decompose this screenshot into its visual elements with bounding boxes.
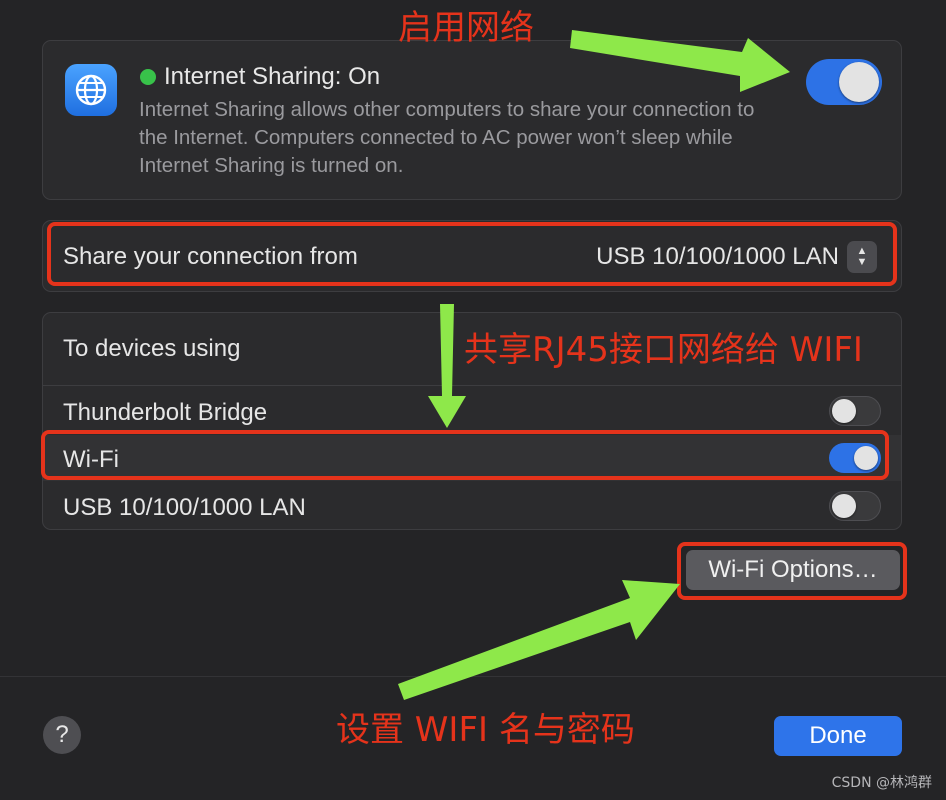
globe-icon [65,64,117,116]
device-row-thunderbolt-bridge: Thunderbolt Bridge [43,388,901,434]
toggle-knob [832,494,856,518]
sharing-status-title: Internet Sharing: On [140,63,380,91]
toggle-knob [832,399,856,423]
status-dot-icon [140,69,156,85]
annotation-box-wifi [41,430,889,480]
internet-sharing-panel: Internet Sharing: On Internet Sharing al… [42,40,902,200]
watermark: CSDN @林鸿群 [831,775,932,791]
annotation-enable-network: 启用网络 [398,8,534,48]
thunderbolt-bridge-toggle[interactable] [829,396,881,426]
device-label: Thunderbolt Bridge [63,399,268,426]
annotation-set-wifi: 设置 WIFI 名与密码 [336,710,635,750]
device-label: USB 10/100/1000 LAN [63,494,306,521]
sharing-title-label: Internet Sharing: On [164,63,381,90]
arrow-to-wifi-options [398,580,680,700]
annotation-box-share-from [47,222,897,286]
internet-sharing-dialog: Internet Sharing: On Internet Sharing al… [0,0,946,800]
device-row-usb-lan: USB 10/100/1000 LAN [43,483,901,529]
devices-header-label: To devices using [63,335,241,362]
done-button[interactable]: Done [774,716,902,756]
footer-divider [0,676,946,677]
usb-lan-toggle[interactable] [829,491,881,521]
internet-sharing-toggle[interactable] [806,59,882,105]
sharing-description: Internet Sharing allows other computers … [139,98,755,177]
annotation-box-wifi-options [677,542,907,600]
annotation-share-rj45: 共享RJ45接口网络给 WIFI [464,330,863,370]
toggle-knob [839,62,879,102]
help-button[interactable]: ? [43,716,81,754]
